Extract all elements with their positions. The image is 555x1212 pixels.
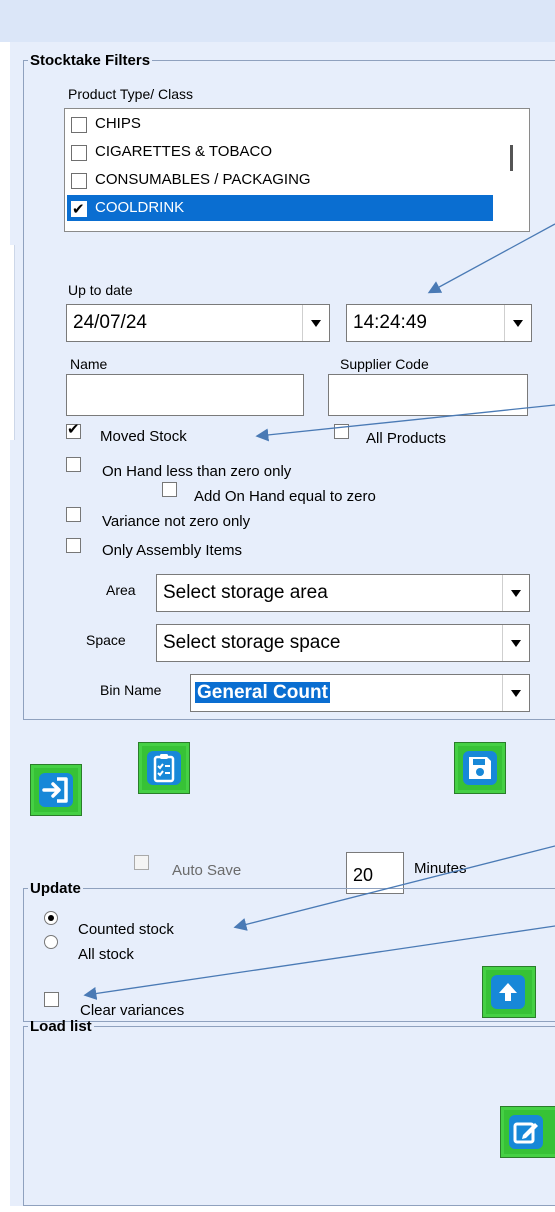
arrow-to-clear-variances [83,925,555,1000]
annotation-arrows [83,223,555,1000]
arrow-to-counted-stock [233,845,555,931]
arrow-to-moved-stock [255,404,555,442]
arrow-to-time [427,223,555,294]
